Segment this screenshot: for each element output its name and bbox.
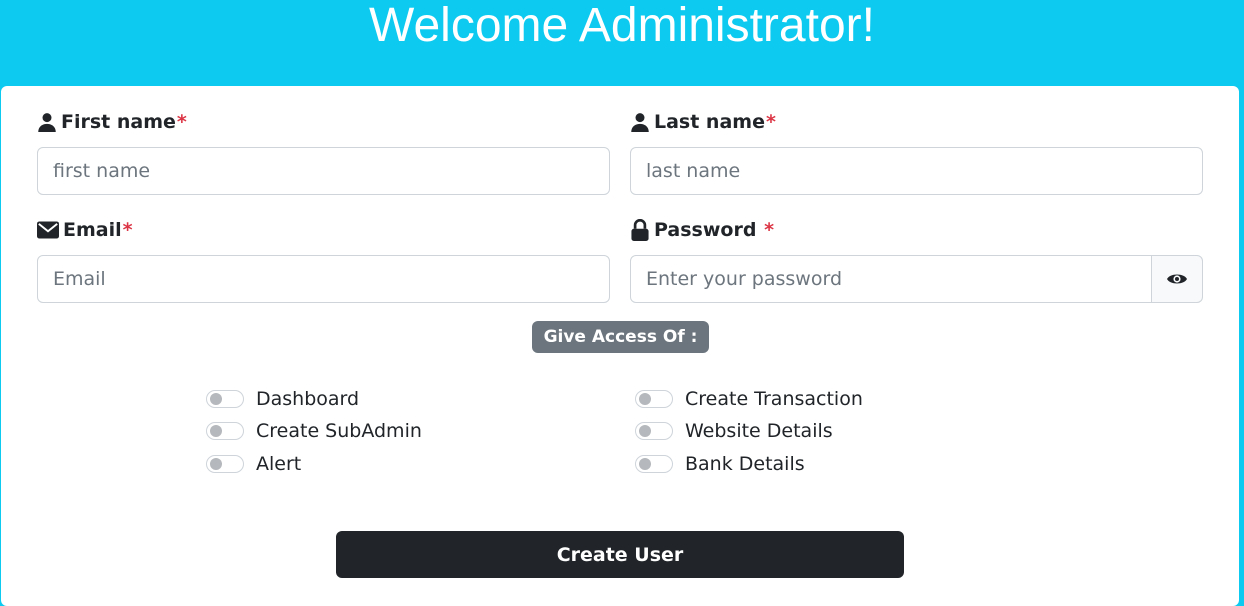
toggle-label: Website Details [685, 420, 833, 442]
required-mark: * [765, 111, 776, 133]
envelope-icon [37, 221, 59, 239]
page-title: Welcome Administrator! [369, 0, 875, 52]
access-toggle-alert[interactable]: Alert [206, 451, 301, 477]
toggle-label: Alert [256, 453, 302, 475]
user-icon [38, 113, 56, 132]
eye-icon [1167, 274, 1187, 284]
toggle-switch[interactable] [635, 422, 673, 440]
access-toggle-bank-details[interactable]: Bank Details [635, 451, 805, 477]
page-header: Welcome Administrator! [0, 0, 1244, 86]
toggle-password-visibility-button[interactable] [1152, 255, 1203, 303]
toggle-knob [210, 458, 222, 470]
toggle-label: Bank Details [685, 453, 805, 475]
required-mark: * [764, 219, 774, 241]
access-section-badge: Give Access Of : [532, 321, 709, 353]
toggle-switch[interactable] [635, 455, 673, 473]
toggle-switch[interactable] [206, 455, 244, 473]
toggle-switch[interactable] [635, 390, 673, 408]
last-name-input[interactable] [630, 147, 1203, 195]
toggle-label: Dashboard [256, 388, 360, 410]
password-input-group [630, 255, 1203, 303]
required-mark: * [176, 111, 187, 133]
email-label: Email * [37, 218, 133, 242]
access-toggle-dashboard[interactable]: Dashboard [206, 386, 359, 412]
create-user-button[interactable]: Create User [336, 531, 904, 578]
toggle-knob [639, 393, 651, 405]
access-toggle-create-subadmin[interactable]: Create SubAdmin [206, 418, 422, 444]
email-input[interactable] [37, 255, 610, 303]
toggle-label: Create Transaction [685, 388, 863, 410]
toggle-switch[interactable] [206, 422, 244, 440]
access-toggle-website-details[interactable]: Website Details [635, 418, 833, 444]
first-name-label: First name * [37, 110, 187, 134]
toggle-switch[interactable] [206, 390, 244, 408]
access-toggle-create-transaction[interactable]: Create Transaction [635, 386, 863, 412]
toggle-knob [639, 458, 651, 470]
user-icon [631, 113, 649, 132]
toggle-knob [639, 425, 651, 437]
create-user-card: First name* Last name* Email* Password *… [1, 86, 1239, 606]
lock-icon [631, 219, 649, 241]
password-input[interactable] [630, 255, 1152, 303]
toggle-label: Create SubAdmin [256, 420, 422, 442]
toggle-knob [210, 425, 222, 437]
last-name-label: Last name * [630, 110, 776, 134]
toggle-knob [210, 393, 222, 405]
required-mark: * [122, 219, 133, 241]
password-label: Password * [630, 218, 774, 242]
first-name-input[interactable] [37, 147, 610, 195]
